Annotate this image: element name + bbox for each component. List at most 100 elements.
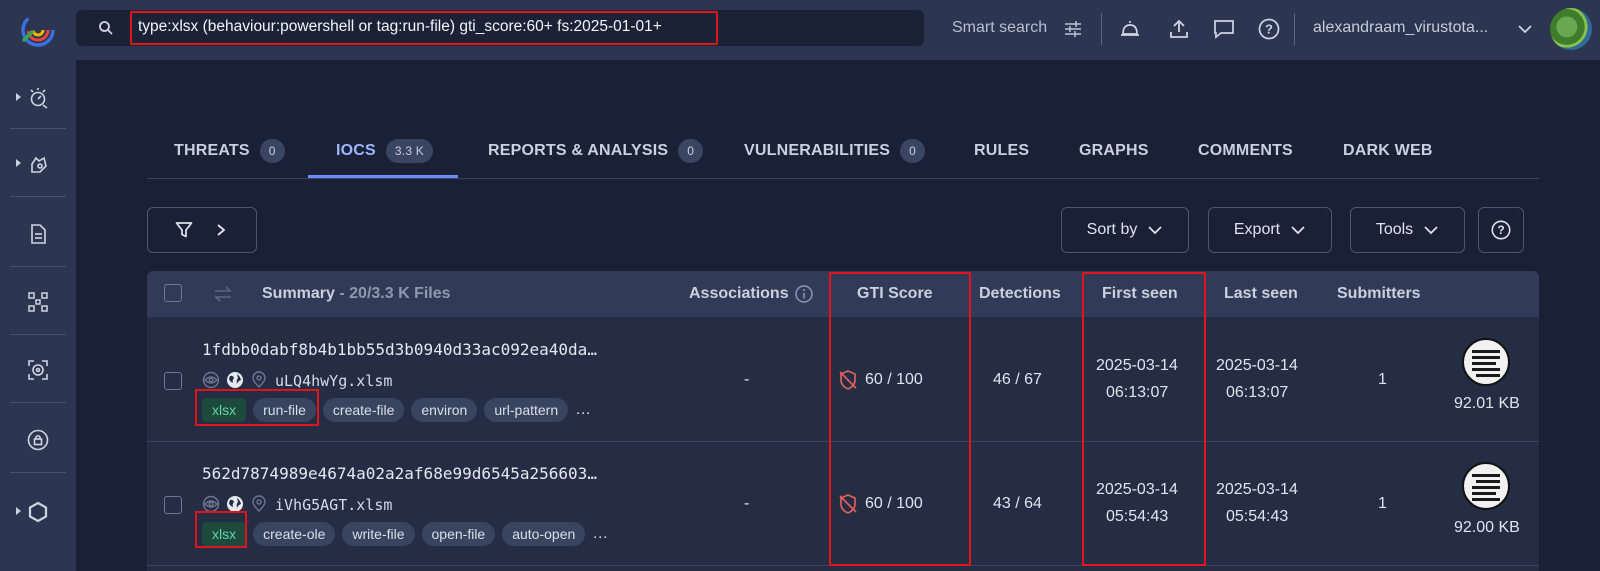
detections-header[interactable]: Detections: [979, 285, 1061, 303]
export-label: Export: [1233, 221, 1281, 238]
file-size: 92.01 KB: [1454, 395, 1520, 412]
tools-button[interactable]: Tools: [1350, 207, 1465, 253]
last-seen-date: 2025-03-14: [1216, 481, 1298, 498]
tab-count-badge: 0: [259, 139, 285, 163]
graph-nodes-icon: [28, 292, 48, 312]
globe-icon: [227, 372, 243, 388]
file-name[interactable]: iVhG5AGT.xlsm: [275, 496, 392, 514]
tag[interactable]: auto-open: [502, 522, 586, 546]
location-pin-icon: [252, 495, 266, 512]
sidebar: [0, 60, 76, 571]
sidebar-item-detection[interactable]: [0, 336, 76, 402]
divider: [10, 334, 66, 335]
tab-count-badge: 0: [900, 139, 925, 163]
upload-icon[interactable]: [1167, 17, 1191, 41]
divider: [10, 472, 66, 473]
tag[interactable]: open-file: [421, 522, 496, 546]
tag[interactable]: write-file: [342, 522, 415, 546]
search-icon: [99, 21, 113, 35]
sidebar-item-reports[interactable]: [0, 200, 76, 266]
tab-label: COMMENTS: [1198, 142, 1293, 159]
detections-value[interactable]: 43 / 64: [993, 495, 1042, 513]
location-pin-icon: [252, 371, 266, 388]
sidebar-item-security[interactable]: [0, 406, 76, 472]
last-seen-header[interactable]: Last seen: [1224, 285, 1298, 303]
tag-highlight-box: [195, 511, 247, 548]
tab-iocs[interactable]: IOCS 3.3 K: [336, 137, 433, 165]
tab-count-badge: 3.3 K: [385, 139, 433, 163]
help-icon[interactable]: ?: [1257, 17, 1281, 41]
sort-by-button[interactable]: Sort by: [1061, 207, 1189, 253]
file-size: 92.00 KB: [1454, 519, 1520, 536]
summary-count: - 20/3.3 K Files: [339, 285, 451, 302]
submitters-header[interactable]: Submitters: [1337, 285, 1421, 303]
sliders-icon[interactable]: [1063, 19, 1083, 39]
chevron-down-icon: [1148, 226, 1162, 235]
tabs-divider: [147, 178, 1539, 179]
lock-circle-icon: [27, 429, 49, 451]
tab-label: VULNERABILITIES: [744, 142, 891, 159]
file-hash[interactable]: 1fdbb0dabf8b4b1bb55d3b0940d33ac092ea40da…: [202, 340, 597, 359]
search-bar[interactable]: type:xlsx (behaviour:powershell or tag:r…: [76, 10, 924, 46]
swap-arrows-icon[interactable]: [213, 284, 233, 304]
tag[interactable]: environ: [411, 398, 478, 422]
last-seen-time: 06:13:07: [1226, 384, 1289, 401]
select-all-checkbox[interactable]: [164, 284, 182, 302]
tag[interactable]: create-file: [322, 398, 405, 422]
smart-search-button[interactable]: Smart search: [952, 19, 1047, 37]
gti-score-highlight-box: [829, 272, 971, 566]
file-hash[interactable]: 562d7874989e4674a02a2af68e99d6545a256603…: [202, 464, 597, 483]
row-checkbox[interactable]: [164, 496, 182, 514]
virustotal-logo-icon[interactable]: [18, 10, 58, 50]
tab-reports-analysis[interactable]: REPORTS & ANALYSIS 0: [488, 137, 704, 165]
tab-rules[interactable]: RULES: [974, 137, 1029, 165]
divider: [10, 402, 66, 403]
chevron-right-icon: [217, 224, 226, 236]
file-name[interactable]: uLQ4hwYg.xlsm: [275, 372, 392, 390]
sidebar-item-hunting[interactable]: [0, 130, 76, 196]
associations-header: Associations: [689, 285, 789, 302]
more-tags[interactable]: …: [592, 525, 609, 543]
comment-icon[interactable]: [1212, 17, 1236, 41]
row-checkbox[interactable]: [164, 372, 182, 390]
sidebar-item-threat-landscape[interactable]: [0, 64, 76, 130]
eye-icon: [202, 371, 220, 389]
chevron-down-icon[interactable]: [1517, 21, 1533, 37]
tag[interactable]: url-pattern: [484, 398, 569, 422]
table-help-button[interactable]: ?: [1478, 207, 1524, 253]
help-icon: ?: [1491, 220, 1511, 240]
more-tags[interactable]: …: [575, 401, 592, 419]
tab-count-badge: 0: [678, 139, 704, 163]
caret-right-icon: [16, 507, 21, 515]
divider: [10, 196, 66, 197]
tab-comments[interactable]: COMMENTS: [1198, 137, 1293, 165]
tools-label: Tools: [1375, 221, 1414, 238]
avatar[interactable]: [1550, 8, 1592, 50]
tab-vulnerabilities[interactable]: VULNERABILITIES 0: [744, 137, 925, 165]
info-icon[interactable]: [794, 284, 814, 304]
filter-icon: [175, 222, 193, 238]
associations-value: -: [744, 371, 750, 388]
last-seen-date: 2025-03-14: [1216, 357, 1298, 374]
file-type-thumbnail[interactable]: [1462, 462, 1510, 510]
divider: [10, 128, 66, 129]
detections-value[interactable]: 46 / 67: [993, 371, 1042, 389]
sidebar-item-integrations[interactable]: [0, 478, 76, 544]
filter-button[interactable]: [147, 207, 257, 253]
export-button[interactable]: Export: [1208, 207, 1332, 253]
sidebar-item-graph[interactable]: [0, 268, 76, 334]
tag[interactable]: create-ole: [253, 522, 336, 546]
detect-icon: [30, 88, 48, 109]
tab-dark-web[interactable]: DARK WEB: [1343, 137, 1433, 165]
tab-threats[interactable]: THREATS 0: [174, 137, 285, 165]
user-name[interactable]: alexandraam_virustota...: [1313, 19, 1488, 37]
sort-by-label: Sort by: [1086, 221, 1138, 238]
summary-header: Summary - 20/3.3 K Files: [262, 285, 451, 303]
caret-right-icon: [16, 159, 21, 167]
alarm-bell-icon[interactable]: [1118, 17, 1142, 41]
search-input[interactable]: type:xlsx (behaviour:powershell or tag:r…: [138, 18, 662, 36]
file-type-thumbnail[interactable]: [1462, 338, 1510, 386]
hexagon-icon: [28, 501, 48, 523]
tab-graphs[interactable]: GRAPHS: [1079, 137, 1149, 165]
chevron-down-icon: [1291, 226, 1305, 235]
